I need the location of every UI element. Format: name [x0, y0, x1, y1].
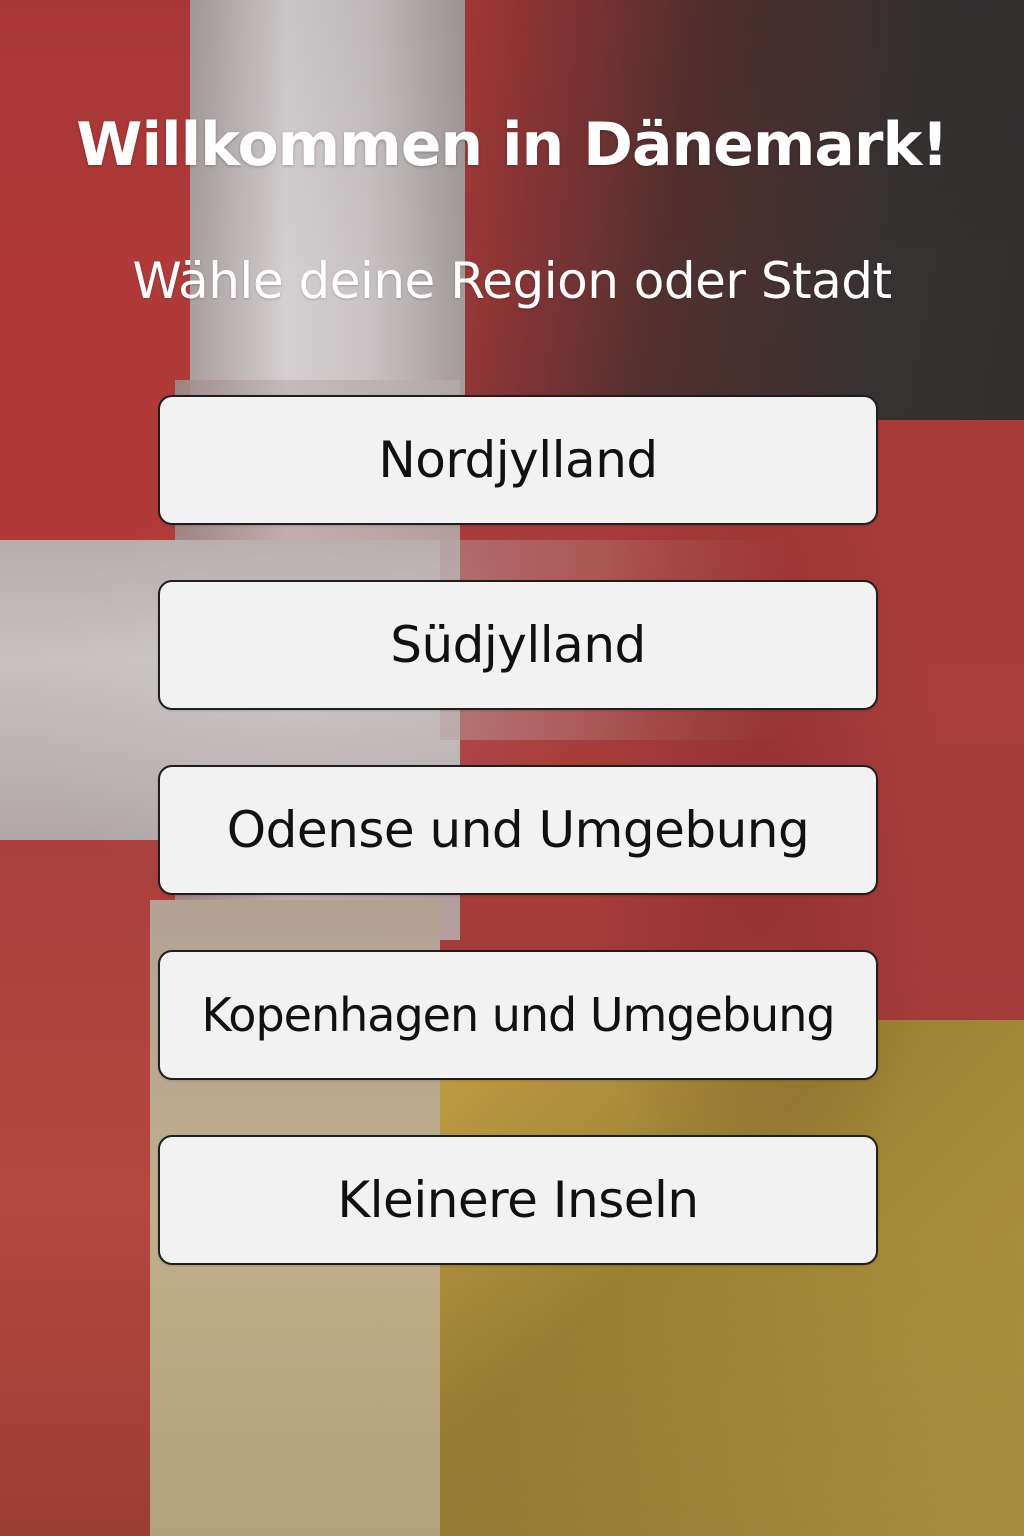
region-button-kopenhagen[interactable]: Kopenhagen und Umgebung: [158, 950, 878, 1080]
welcome-screen: Willkommen in Dänemark! Wähle deine Regi…: [0, 0, 1024, 1536]
region-list: Nordjylland Südjylland Odense und Umgebu…: [158, 395, 878, 1320]
page-title: Willkommen in Dänemark!: [76, 110, 948, 180]
page-subtitle: Wähle deine Region oder Stadt: [132, 252, 892, 310]
region-button-odense[interactable]: Odense und Umgebung: [158, 765, 878, 895]
region-button-kleinere-inseln[interactable]: Kleinere Inseln: [158, 1135, 878, 1265]
region-button-suedjylland[interactable]: Südjylland: [158, 580, 878, 710]
region-button-nordjylland[interactable]: Nordjylland: [158, 395, 878, 525]
